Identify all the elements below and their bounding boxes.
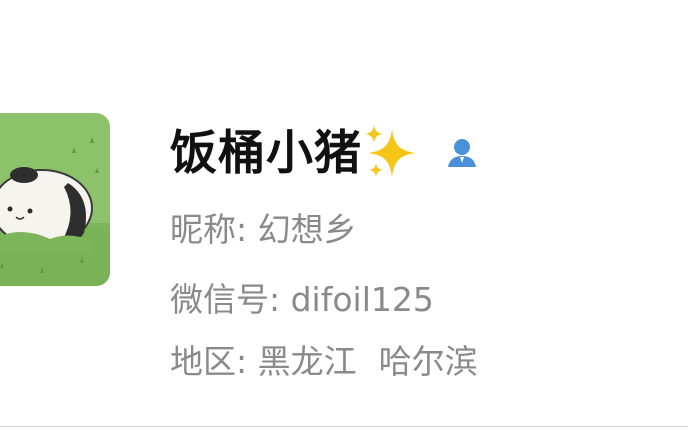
display-name: 饭桶小猪: [170, 125, 362, 181]
wechat-id-label: 微信号:: [170, 280, 291, 319]
person-contact-icon[interactable]: [442, 133, 482, 173]
nickname-label: 昵称:: [170, 210, 258, 249]
nickname-row: 昵称: 幻想乡: [170, 213, 357, 246]
region-city: 哈尔滨: [378, 342, 478, 381]
avatar[interactable]: [0, 113, 110, 286]
sparkles-icon: [362, 123, 422, 183]
wechat-id-row: 微信号: difoil125: [170, 283, 434, 316]
avatar-panda-image: [0, 113, 110, 286]
nickname-value: 幻想乡: [257, 210, 357, 249]
region-row: 地区: 黑龙江 哈尔滨: [170, 345, 478, 378]
region-label: 地区:: [170, 342, 258, 381]
region-province: 黑龙江: [257, 342, 357, 381]
wechat-id-value[interactable]: difoil125: [291, 280, 434, 319]
profile-card: 饭桶小猪 昵称: 幻想乡 微信号: difoil125 地区: 黑龙江 哈尔滨: [0, 0, 688, 430]
display-name-row: 饭桶小猪: [170, 118, 482, 188]
bottom-divider: [0, 426, 688, 427]
